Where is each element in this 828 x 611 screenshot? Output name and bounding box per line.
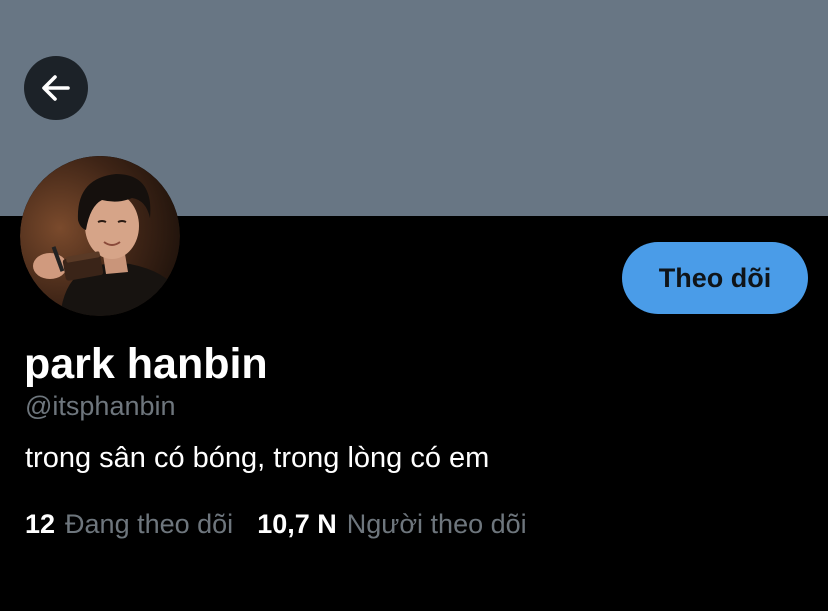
following-stat[interactable]: 12 Đang theo dõi — [25, 507, 233, 541]
arrow-left-icon — [38, 70, 74, 106]
avatar[interactable] — [20, 156, 180, 316]
profile-display-name: park hanbin — [24, 340, 268, 388]
following-count: 12 — [25, 509, 56, 539]
following-label: Đang theo dõi — [65, 509, 234, 539]
profile-bio: trong sân có bóng, trong lòng có em — [25, 442, 490, 474]
profile-stats: 12 Đang theo dõi 10,7 N Người theo dõi — [25, 507, 527, 541]
followers-label: Người theo dõi — [346, 509, 527, 539]
profile-handle: @itsphanbin — [25, 391, 176, 421]
back-button[interactable] — [24, 56, 88, 120]
followers-count: 10,7 N — [257, 509, 337, 539]
followers-stat[interactable]: 10,7 N Người theo dõi — [257, 507, 526, 541]
follow-button[interactable]: Theo dõi — [622, 242, 808, 314]
